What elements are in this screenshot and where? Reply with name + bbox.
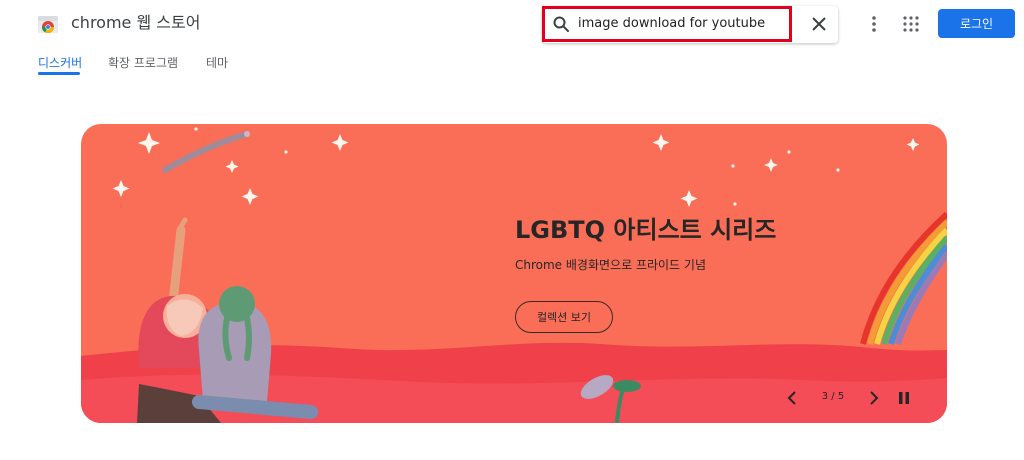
chevron-right-icon[interactable] <box>865 390 881 406</box>
banner-illustration <box>81 127 947 423</box>
active-tab-indicator <box>38 72 80 75</box>
tab-themes[interactable]: 테마 <box>206 55 228 71</box>
view-collection-button[interactable]: 컬렉션 보기 <box>515 301 613 333</box>
chevron-left-icon[interactable] <box>785 390 801 406</box>
tab-extensions[interactable]: 확장 프로그램 <box>108 55 178 71</box>
more-vert-icon[interactable] <box>866 14 882 34</box>
tab-discover[interactable]: 디스커버 <box>38 55 82 71</box>
banner-subtitle: Chrome 배경화면으로 프라이드 기념 <box>515 258 706 272</box>
banner-title: LGBTQ 아티스트 시리즈 <box>515 216 777 244</box>
search-input[interactable] <box>578 12 778 34</box>
apps-grid-icon[interactable] <box>903 16 919 32</box>
hero-banner[interactable]: LGBTQ 아티스트 시리즈 Chrome 배경화면으로 프라이드 기념 컬렉션… <box>81 124 947 423</box>
app-title[interactable]: chrome 웹 스토어 <box>71 12 200 34</box>
close-icon[interactable] <box>810 15 828 33</box>
slide-page-indicator: 3 / 5 <box>821 391 845 402</box>
chrome-logo-icon <box>38 16 58 34</box>
pause-icon[interactable] <box>896 390 912 406</box>
search-icon[interactable] <box>552 15 570 33</box>
login-button[interactable]: 로그인 <box>938 9 1015 38</box>
